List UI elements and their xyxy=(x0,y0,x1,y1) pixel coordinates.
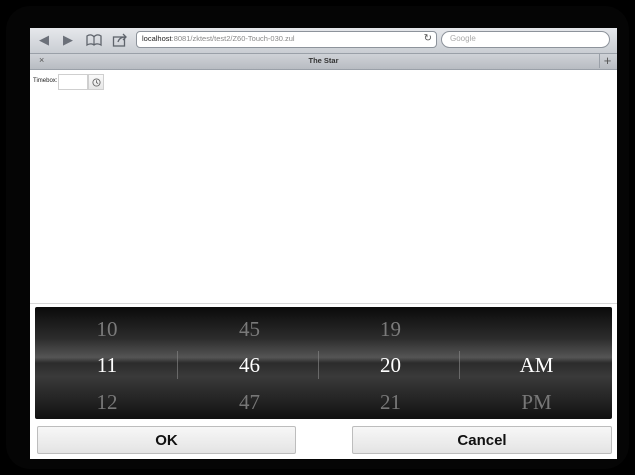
hour-prev[interactable]: 10 xyxy=(35,317,179,342)
reload-icon[interactable]: ↻ xyxy=(424,33,432,44)
wheel-separator xyxy=(177,351,178,379)
minute-selected[interactable]: 46 xyxy=(179,353,320,378)
device-frame: ◀ ▶ localhost:8081/zktest/test2/Z60-Touc… xyxy=(6,6,629,469)
ampm-next[interactable]: PM xyxy=(461,390,612,415)
timebox-input[interactable] xyxy=(58,74,88,90)
ok-button[interactable]: OK xyxy=(37,426,296,454)
time-picker: 10 11 12 45 46 47 19 20 21 AM PM xyxy=(35,307,612,419)
browser-toolbar: ◀ ▶ localhost:8081/zktest/test2/Z60-Touc… xyxy=(30,28,617,54)
timebox xyxy=(58,74,104,90)
ampm-selected[interactable]: AM xyxy=(461,353,612,378)
second-next[interactable]: 21 xyxy=(320,390,461,415)
timebox-button[interactable] xyxy=(88,74,104,90)
second-prev[interactable]: 19 xyxy=(320,317,461,342)
tab-title[interactable]: The Star xyxy=(30,56,617,65)
minute-prev[interactable]: 45 xyxy=(179,317,320,342)
second-wheel[interactable]: 19 20 21 xyxy=(320,307,461,419)
timebox-label: Timebox: xyxy=(33,78,58,84)
page-content: Timebox: 10 11 12 45 46 47 19 20 21 AM P… xyxy=(30,70,617,459)
clock-icon xyxy=(92,78,101,87)
device-screen: ◀ ▶ localhost:8081/zktest/test2/Z60-Touc… xyxy=(30,28,617,459)
cancel-button[interactable]: Cancel xyxy=(352,426,612,454)
hour-selected[interactable]: 11 xyxy=(35,353,179,378)
minute-next[interactable]: 47 xyxy=(179,390,320,415)
bookmarks-icon[interactable] xyxy=(86,32,102,48)
url-text: localhost:8081/zktest/test2/Z60-Touch-03… xyxy=(142,34,295,43)
ampm-wheel[interactable]: AM PM xyxy=(461,307,612,419)
search-placeholder: Google xyxy=(450,34,476,43)
share-icon[interactable] xyxy=(112,32,128,48)
back-icon[interactable]: ◀ xyxy=(36,32,52,48)
search-input[interactable]: Google xyxy=(441,31,610,48)
forward-icon[interactable]: ▶ xyxy=(60,32,76,48)
address-bar[interactable]: localhost:8081/zktest/test2/Z60-Touch-03… xyxy=(136,31,437,48)
url-host: localhost xyxy=(142,34,172,43)
minute-wheel[interactable]: 45 46 47 xyxy=(179,307,320,419)
hour-next[interactable]: 12 xyxy=(35,390,179,415)
picker-divider xyxy=(30,303,617,304)
wheel-separator xyxy=(318,351,319,379)
wheel-separator xyxy=(459,351,460,379)
url-path: :8081/zktest/test2/Z60-Touch-030.zul xyxy=(171,34,295,43)
tab-bar: × The Star + xyxy=(30,54,617,70)
hour-wheel[interactable]: 10 11 12 xyxy=(35,307,179,419)
new-tab-icon[interactable]: + xyxy=(599,54,615,68)
second-selected[interactable]: 20 xyxy=(320,353,461,378)
